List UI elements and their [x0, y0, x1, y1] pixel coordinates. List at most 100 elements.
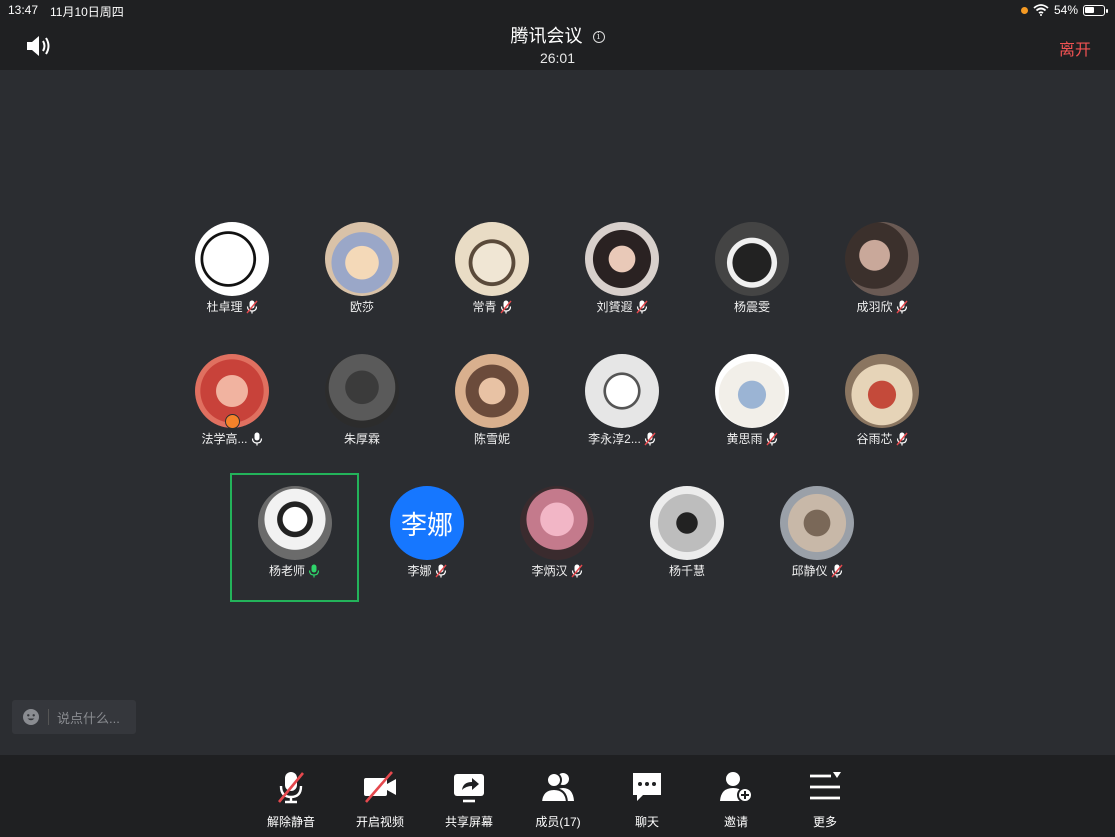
- participant-tile[interactable]: 杜卓理: [167, 218, 297, 342]
- chat-label: 聊天: [634, 815, 659, 829]
- participant-tile[interactable]: 杨震雯: [687, 218, 817, 342]
- participant-tile[interactable]: 朱厚霖: [297, 350, 427, 474]
- participant-tile[interactable]: 李娜 李娜: [362, 482, 492, 606]
- battery-percent: 54%: [1053, 3, 1078, 17]
- participant-tile[interactable]: 邱静仪: [752, 482, 882, 606]
- chat-divider: [48, 709, 49, 725]
- unmute-label: 解除静音: [266, 815, 315, 829]
- avatar: [780, 486, 854, 560]
- mic-muted-icon: [830, 564, 843, 578]
- avatar: [845, 222, 919, 296]
- participant-tile[interactable]: 刘贇遐: [557, 218, 687, 342]
- share-screen-icon: [454, 774, 484, 803]
- participant-tile[interactable]: 李永淳2...: [557, 350, 687, 474]
- wifi-icon: [1033, 4, 1049, 16]
- unmute-button[interactable]: 解除静音: [255, 769, 327, 831]
- avatar: [585, 222, 659, 296]
- share-screen-label: 共享屏幕: [444, 815, 493, 829]
- participant-tile[interactable]: 黄思雨: [687, 350, 817, 474]
- participant-name: 刘贇遐: [596, 300, 633, 314]
- mic-icon: [251, 432, 262, 446]
- members-button[interactable]: 成员(17): [522, 769, 594, 831]
- start-video-button[interactable]: 开启视频: [344, 769, 416, 831]
- participant-name-row: 邱静仪: [752, 562, 882, 579]
- invite-button[interactable]: 邀请: [700, 769, 772, 831]
- avatar: [455, 222, 529, 296]
- share-screen-button[interactable]: 共享屏幕: [433, 769, 505, 831]
- mic-muted-icon: [499, 300, 512, 314]
- invite-icon: [720, 772, 753, 803]
- chat-placeholder: 说点什么...: [57, 710, 120, 726]
- mic-muted-icon: [635, 300, 648, 314]
- meeting-title: 腾讯会议: [510, 26, 583, 46]
- participant-tile[interactable]: 杨老师: [230, 473, 359, 602]
- recording-dot-icon: [1020, 6, 1028, 14]
- participant-name-row: 杨千慧: [622, 562, 752, 579]
- invite-label: 邀请: [723, 815, 748, 829]
- speaker-icon[interactable]: [24, 32, 56, 60]
- participant-name-row: 杨老师: [232, 562, 357, 579]
- participant-name-row: 杜卓理: [167, 298, 297, 315]
- top-bar: 13:47 11月10日周四 54% 腾讯会议 i 26:01 离开: [0, 0, 1115, 70]
- participant-tile[interactable]: 成羽欣: [817, 218, 947, 342]
- participant-name: 朱厚霖: [343, 432, 380, 446]
- avatar: [455, 354, 529, 428]
- avatar: [650, 486, 724, 560]
- avatar: 李娜: [390, 486, 464, 560]
- members-icon: [540, 772, 574, 803]
- participant-name-row: 杨震雯: [687, 298, 817, 315]
- participant-tile[interactable]: 陈雪妮: [427, 350, 557, 474]
- participant-name: 杨震雯: [733, 300, 770, 314]
- participant-name-row: 李永淳2...: [557, 430, 687, 447]
- video-off-icon: [364, 771, 396, 803]
- status-time: 13:47: [8, 3, 39, 17]
- mic-muted-icon: [895, 432, 908, 446]
- chat-input[interactable]: 说点什么...: [12, 700, 136, 734]
- mic-muted-icon: [434, 564, 447, 578]
- participant-tile[interactable]: 常青: [427, 218, 557, 342]
- info-icon[interactable]: i: [592, 31, 605, 43]
- participant-tile[interactable]: 谷雨芯: [817, 350, 947, 474]
- battery-icon: [1083, 4, 1108, 16]
- leave-button[interactable]: 离开: [1059, 36, 1091, 60]
- avatar: [325, 354, 399, 428]
- avatar: [585, 354, 659, 428]
- participant-tile[interactable]: 杨千慧: [622, 482, 752, 606]
- mic-muted-icon: [245, 300, 258, 314]
- emoji-icon[interactable]: [22, 708, 40, 726]
- start-video-label: 开启视频: [355, 815, 404, 829]
- members-label: 成员(17): [535, 815, 581, 829]
- participant-name: 欧莎: [349, 300, 374, 314]
- participant-name-row: 常青: [427, 298, 557, 315]
- mic-muted-icon: [644, 432, 656, 446]
- more-button[interactable]: 更多: [789, 769, 861, 831]
- avatar: [715, 354, 789, 428]
- participant-tile[interactable]: 法学高...: [167, 350, 297, 474]
- participant-name: 李娜: [407, 564, 432, 578]
- status-date: 11月10日周四: [50, 5, 124, 19]
- host-badge-icon: [225, 414, 240, 429]
- participant-name-row: 成羽欣: [817, 298, 947, 315]
- participant-name: 成羽欣: [856, 300, 893, 314]
- participant-tile[interactable]: 李炳汉: [492, 482, 622, 606]
- mic-icon: [308, 564, 320, 578]
- participant-name: 黄思雨: [726, 432, 763, 446]
- participant-name: 杨千慧: [668, 564, 705, 578]
- participant-name: 陈雪妮: [473, 432, 510, 446]
- participant-name-row: 朱厚霖: [297, 430, 427, 447]
- avatar: [715, 222, 789, 296]
- participant-tile[interactable]: 欧莎: [297, 218, 427, 342]
- participant-name: 邱静仪: [791, 564, 828, 578]
- participant-name-row: 法学高...: [167, 430, 297, 447]
- participant-name: 杨老师: [268, 564, 305, 578]
- participant-name-row: 李炳汉: [492, 562, 622, 579]
- mic-muted-icon: [277, 772, 305, 804]
- avatar: [257, 486, 332, 560]
- bottom-toolbar: 解除静音 开启视频 共享屏幕 成员(17) 聊天 邀请 更多: [0, 755, 1115, 837]
- chat-button[interactable]: 聊天: [611, 769, 683, 831]
- status-indicators: 54%: [1020, 3, 1108, 17]
- participant-name-row: 谷雨芯: [817, 430, 947, 447]
- avatar: [325, 222, 399, 296]
- avatar: [520, 486, 594, 560]
- mic-muted-icon: [765, 432, 778, 446]
